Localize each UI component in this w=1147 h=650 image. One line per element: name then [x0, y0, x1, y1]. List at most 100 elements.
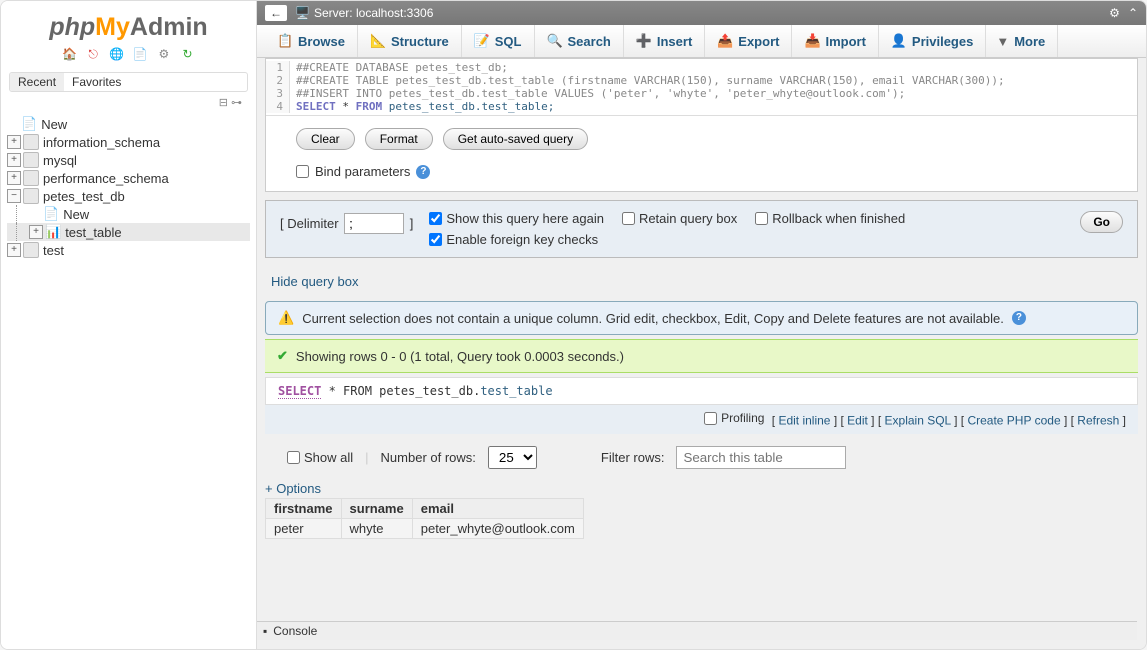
clear-button[interactable]: Clear [296, 128, 355, 150]
rollback-checkbox[interactable] [755, 212, 768, 225]
tree-new-table[interactable]: 📄New [7, 205, 250, 223]
tab-import[interactable]: 📥Import [792, 25, 878, 57]
retain-checkbox[interactable] [622, 212, 635, 225]
cell: peter [266, 518, 342, 538]
sql-panel: 1##CREATE DATABASE petes_test_db; 2##CRE… [265, 58, 1138, 192]
server-icon: 🖥️ [295, 6, 310, 20]
tab-recent[interactable]: Recent [10, 73, 64, 91]
table-row: peter whyte peter_whyte@outlook.com [266, 518, 584, 538]
help-icon[interactable]: ? [1012, 311, 1026, 325]
gear-icon[interactable]: ⚙ [156, 46, 172, 62]
console-icon: ▪ [263, 624, 267, 638]
insert-icon: ➕ [636, 33, 652, 49]
edit-inline-link[interactable]: Edit inline [778, 414, 830, 428]
options-link[interactable]: + Options [257, 481, 1146, 498]
col-firstname[interactable]: firstname [266, 498, 342, 518]
back-button[interactable]: ← [265, 5, 287, 21]
profiling-checkbox[interactable] [704, 412, 717, 425]
query-display: SELECT * FROM petes_test_db.test_table [265, 377, 1138, 405]
tab-search[interactable]: 🔍Search [535, 25, 624, 57]
filter-label: Filter rows: [601, 450, 665, 465]
tree-db-test[interactable]: +test [7, 241, 250, 259]
success-box: ✔ Showing rows 0 - 0 (1 total, Query too… [265, 339, 1138, 373]
tab-favorites[interactable]: Favorites [64, 73, 129, 91]
docs-icon[interactable]: 📄 [132, 46, 148, 62]
export-icon: 📤 [717, 33, 733, 49]
tree-table-test-table[interactable]: +📊test_table [7, 223, 250, 241]
content-area: 1##CREATE DATABASE petes_test_db; 2##CRE… [257, 58, 1146, 649]
explain-link[interactable]: Explain SQL [885, 414, 951, 428]
browse-icon: 📋 [277, 33, 293, 49]
privileges-icon: 👤 [891, 33, 907, 49]
collapse-controls[interactable]: ⊟ ⊶ [1, 94, 256, 111]
import-icon: 📥 [804, 33, 820, 49]
globe-icon[interactable]: 🌐 [109, 46, 125, 62]
warning-icon: ⚠️ [278, 310, 294, 326]
delimiter-panel: [ Delimiter ] Show this query here again… [265, 200, 1138, 258]
action-bar: Profiling [ Edit inline ] [ Edit ] [ Exp… [265, 405, 1138, 434]
format-button[interactable]: Format [365, 128, 433, 150]
tree-db-performance-schema[interactable]: +performance_schema [7, 169, 250, 187]
settings-icon[interactable]: ⚙ [1109, 6, 1120, 20]
cell: peter_whyte@outlook.com [412, 518, 583, 538]
tab-export[interactable]: 📤Export [705, 25, 792, 57]
num-rows-label: Number of rows: [381, 450, 476, 465]
tab-privileges[interactable]: 👤Privileges [879, 25, 986, 57]
tree-db-petes-test-db[interactable]: −petes_test_db [7, 187, 250, 205]
bind-params-label: Bind parameters [315, 164, 410, 179]
col-email[interactable]: email [412, 498, 583, 518]
console-bar[interactable]: ▪ Console [257, 621, 1137, 640]
table-controls: Show all | Number of rows: 25 Filter row… [257, 434, 1146, 481]
reload-icon[interactable]: ↻ [180, 46, 196, 62]
success-text: Showing rows 0 - 0 (1 total, Query took … [296, 349, 624, 364]
db-tree: 📄New +information_schema +mysql +perform… [1, 111, 256, 263]
topbar: ← 🖥️ Server: localhost:3306 ⚙ ⌃ [257, 1, 1146, 25]
result-table: firstname surname email peter whyte pete… [265, 498, 584, 539]
delimiter-label: [ Delimiter ] [280, 211, 413, 234]
server-value: localhost:3306 [356, 6, 433, 20]
main-panel: ← 🖥️ Server: localhost:3306 ⚙ ⌃ 📋Browse … [257, 1, 1146, 649]
server-label: Server: [314, 6, 353, 20]
check-icon: ✔ [277, 348, 288, 364]
exit-icon[interactable]: ⎋ [85, 46, 101, 62]
show-all-checkbox[interactable] [287, 451, 300, 464]
tab-insert[interactable]: ➕Insert [624, 25, 705, 57]
tree-db-information-schema[interactable]: +information_schema [7, 133, 250, 151]
tab-sql[interactable]: 📝SQL [462, 25, 535, 57]
logo: phpMyAdmin [1, 1, 256, 46]
search-icon: 🔍 [547, 33, 563, 49]
tree-db-mysql[interactable]: +mysql [7, 151, 250, 169]
tab-structure[interactable]: 📐Structure [358, 25, 462, 57]
nav-tabs: 📋Browse 📐Structure 📝SQL 🔍Search ➕Insert … [257, 25, 1146, 58]
hide-query-link[interactable]: Hide query box [257, 266, 1146, 297]
table-header-row: firstname surname email [266, 498, 584, 518]
edit-link[interactable]: Edit [847, 414, 868, 428]
show-again-checkbox[interactable] [429, 212, 442, 225]
col-surname[interactable]: surname [341, 498, 412, 518]
sql-editor[interactable]: 1##CREATE DATABASE petes_test_db; 2##CRE… [266, 59, 1137, 116]
autosaved-button[interactable]: Get auto-saved query [443, 128, 588, 150]
refresh-link[interactable]: Refresh [1077, 414, 1119, 428]
structure-icon: 📐 [370, 33, 386, 49]
sql-icon: 📝 [474, 33, 490, 49]
bind-params-checkbox[interactable] [296, 165, 309, 178]
num-rows-select[interactable]: 25 [488, 446, 537, 469]
help-icon[interactable]: ? [416, 165, 430, 179]
fk-checkbox[interactable] [429, 233, 442, 246]
tab-browse[interactable]: 📋Browse [265, 25, 358, 57]
caret-down-icon: ▼ [996, 34, 1009, 49]
collapse-icon[interactable]: ⌃ [1128, 6, 1138, 20]
sidebar: phpMyAdmin 🏠 ⎋ 🌐 📄 ⚙ ↻ Recent Favorites … [1, 1, 257, 649]
logo-toolbar: 🏠 ⎋ 🌐 📄 ⚙ ↻ [1, 46, 256, 68]
filter-input[interactable] [676, 446, 846, 469]
tab-more[interactable]: ▼More [986, 25, 1058, 57]
create-php-link[interactable]: Create PHP code [967, 414, 1060, 428]
delimiter-input[interactable] [344, 213, 404, 234]
sidebar-tabs: Recent Favorites [9, 72, 248, 92]
notice-text: Current selection does not contain a uni… [302, 311, 1004, 326]
home-icon[interactable]: 🏠 [61, 46, 77, 62]
notice-box: ⚠️ Current selection does not contain a … [265, 301, 1138, 335]
tree-new[interactable]: 📄New [7, 115, 250, 133]
go-button[interactable]: Go [1080, 211, 1123, 233]
cell: whyte [341, 518, 412, 538]
